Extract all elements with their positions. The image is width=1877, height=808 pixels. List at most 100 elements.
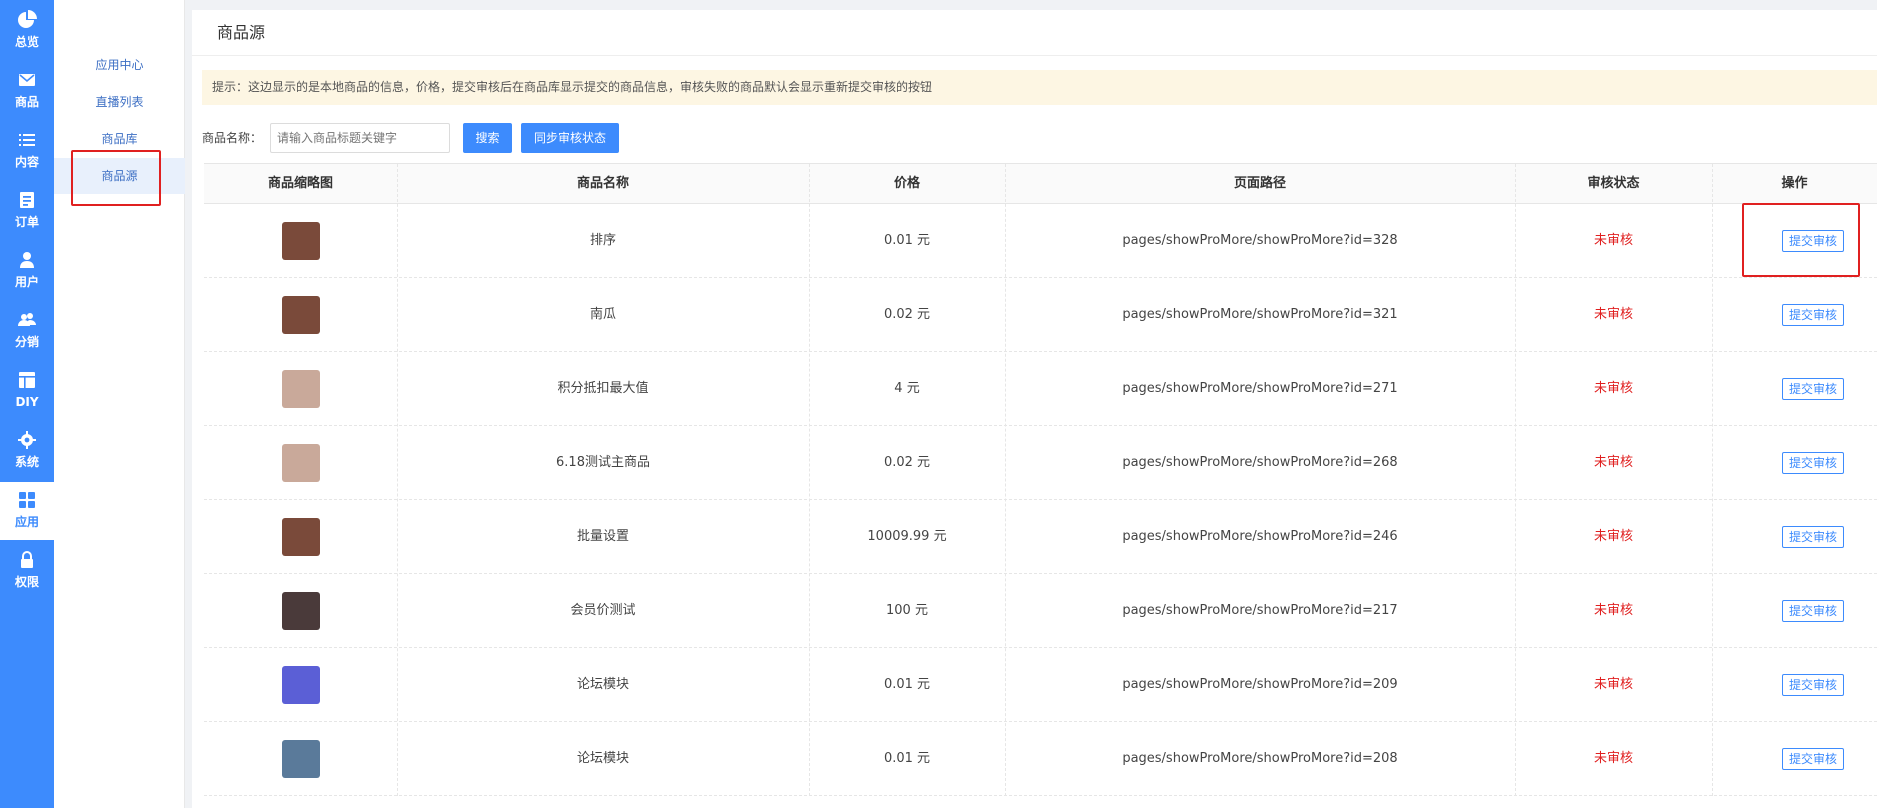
thumbnail-cell: [204, 500, 397, 574]
product-price: 4 元: [894, 381, 920, 396]
product-thumbnail: [282, 296, 320, 334]
submit-review-button[interactable]: 提交审核: [1782, 304, 1844, 326]
sidebar-item-permissions[interactable]: 权限: [0, 542, 54, 600]
product-price: 0.01 元: [883, 233, 931, 248]
product-name: 积分抵扣最大值: [557, 381, 649, 396]
product-thumbnail: [282, 666, 320, 704]
subnav-item-goods-source[interactable]: 商品源: [54, 158, 185, 194]
column-divider: [809, 164, 810, 796]
layout-icon: [0, 370, 54, 394]
subnav-item-live-list[interactable]: 直播列表: [54, 84, 185, 120]
mail-icon: [0, 70, 54, 94]
subnav-item-app-center[interactable]: 应用中心: [54, 47, 185, 83]
product-price: 0.02 元: [883, 307, 931, 322]
sidebar-item-overview[interactable]: 总览: [0, 2, 54, 60]
thumbnail-cell: [204, 352, 397, 426]
column-header-price: 价格: [893, 176, 920, 191]
gear-icon: [0, 430, 54, 454]
sidebar-item-orders[interactable]: 订单: [0, 182, 54, 240]
sidebar-item-label: 内容: [14, 155, 39, 169]
sidebar-item-goods[interactable]: 商品: [0, 62, 54, 120]
action-cell: 提交审核: [1712, 722, 1877, 796]
sidebar-item-apps[interactable]: 应用: [0, 482, 54, 540]
sync-status-button[interactable]: 同步审核状态: [521, 123, 619, 153]
submit-review-button[interactable]: 提交审核: [1782, 378, 1844, 400]
thumbnail-cell: [204, 722, 397, 796]
sub-navigation: 应用中心 直播列表 商品库 商品源: [54, 0, 185, 808]
product-thumbnail: [282, 592, 320, 630]
sidebar-item-label: 分销: [14, 335, 39, 349]
page-path: pages/showProMore/showProMore?id=328: [1122, 233, 1398, 248]
page-path: pages/showProMore/showProMore?id=246: [1122, 529, 1398, 544]
review-status: 未审核: [1593, 381, 1633, 396]
table-row: 论坛模块 0.01 元 pages/showProMore/showProMor…: [204, 648, 1877, 722]
search-input[interactable]: [270, 123, 450, 153]
column-divider: [397, 164, 398, 796]
grid-icon: [0, 490, 54, 514]
subnav-item-goods-library[interactable]: 商品库: [54, 121, 185, 157]
submit-review-button[interactable]: 提交审核: [1782, 452, 1844, 474]
users-icon: [0, 310, 54, 334]
product-price: 0.01 元: [883, 677, 931, 692]
column-header-actions: 操作: [1781, 176, 1808, 191]
main-panel: 商品源 提示：这边显示的是本地商品的信息，价格，提交审核后在商品库显示提交的商品…: [192, 10, 1877, 808]
product-price: 0.02 元: [883, 455, 931, 470]
review-status: 未审核: [1593, 751, 1633, 766]
sidebar-item-distribution[interactable]: 分销: [0, 302, 54, 360]
column-divider: [1515, 164, 1516, 796]
lock-icon: [0, 550, 54, 574]
action-cell: 提交审核: [1712, 352, 1877, 426]
table-row: 论坛模块 0.01 元 pages/showProMore/showProMor…: [204, 722, 1877, 796]
submit-review-button[interactable]: 提交审核: [1782, 600, 1844, 622]
review-status: 未审核: [1593, 307, 1633, 322]
product-price: 10009.99 元: [867, 529, 947, 544]
thumbnail-cell: [204, 278, 397, 352]
page-title: 商品源: [192, 10, 1877, 56]
product-name: 会员价测试: [570, 603, 636, 618]
page-path: pages/showProMore/showProMore?id=209: [1122, 677, 1398, 692]
sidebar-item-diy[interactable]: DIY: [0, 362, 54, 420]
table-body: 排序 0.01 元 pages/showProMore/showProMore?…: [204, 204, 1877, 796]
submit-review-button[interactable]: 提交审核: [1782, 230, 1844, 252]
sidebar-item-content[interactable]: 内容: [0, 122, 54, 180]
user-icon: [0, 250, 54, 274]
action-cell: 提交审核: [1712, 648, 1877, 722]
product-thumbnail: [282, 518, 320, 556]
search-label: 商品名称：: [202, 131, 263, 145]
sidebar-item-label: 商品: [14, 95, 39, 109]
table-row: 6.18测试主商品 0.02 元 pages/showProMore/showP…: [204, 426, 1877, 500]
submit-review-button[interactable]: 提交审核: [1782, 748, 1844, 770]
submit-review-button[interactable]: 提交审核: [1782, 674, 1844, 696]
search-button[interactable]: 搜索: [463, 123, 512, 153]
goods-table: 商品缩略图 商品名称 价格 页面路径 审核状态 操作 排序 0.01 元 pag…: [204, 163, 1877, 796]
page-path: pages/showProMore/showProMore?id=321: [1122, 307, 1398, 322]
list-icon: [0, 130, 54, 154]
sidebar-item-users[interactable]: 用户: [0, 242, 54, 300]
review-status: 未审核: [1593, 455, 1633, 470]
sidebar-item-system[interactable]: 系统: [0, 422, 54, 480]
product-price: 0.01 元: [883, 751, 931, 766]
page-path: pages/showProMore/showProMore?id=208: [1122, 751, 1398, 766]
product-name: 论坛模块: [576, 677, 629, 692]
product-name: 6.18测试主商品: [556, 455, 650, 470]
column-divider: [1005, 164, 1006, 796]
submit-review-button[interactable]: 提交审核: [1782, 526, 1844, 548]
table-row: 会员价测试 100 元 pages/showProMore/showProMor…: [204, 574, 1877, 648]
action-cell: 提交审核: [1712, 574, 1877, 648]
sidebar-item-label: 订单: [14, 215, 39, 229]
review-status: 未审核: [1593, 603, 1633, 618]
product-thumbnail: [282, 740, 320, 778]
sidebar-item-label: DIY: [15, 395, 39, 409]
page-path: pages/showProMore/showProMore?id=271: [1122, 381, 1398, 396]
thumbnail-cell: [204, 648, 397, 722]
table-row: 批量设置 10009.99 元 pages/showProMore/showPr…: [204, 500, 1877, 574]
action-cell: 提交审核: [1712, 278, 1877, 352]
product-name: 南瓜: [589, 307, 616, 322]
thumbnail-cell: [204, 574, 397, 648]
action-cell: 提交审核: [1712, 426, 1877, 500]
sidebar-item-label: 权限: [14, 575, 39, 589]
product-name: 排序: [589, 233, 616, 248]
main-sidebar: 总览 商品 内容 订单 用户 分销 DIY 系统 应用 权限: [0, 0, 54, 808]
sidebar-item-label: 应用: [14, 515, 39, 529]
pie-chart-icon: [0, 10, 54, 34]
